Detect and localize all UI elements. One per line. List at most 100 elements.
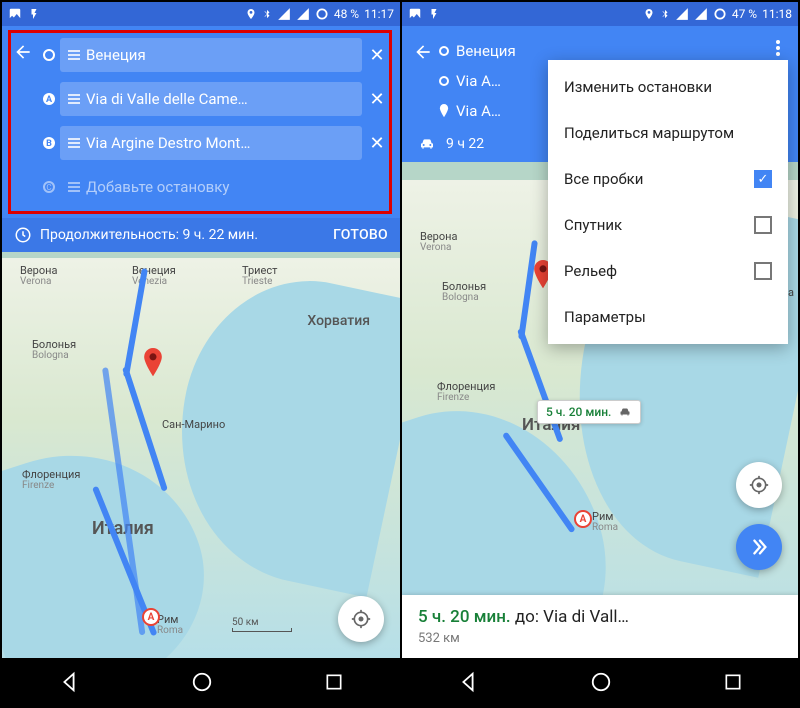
checkbox-icon[interactable] xyxy=(754,216,772,234)
clock-text: 11:18 xyxy=(762,7,792,21)
add-stop-placeholder: Добавьте остановку xyxy=(86,178,229,196)
city-firenze: ФлоренцияFirenze xyxy=(437,380,495,403)
status-bar: 48 % 11:17 xyxy=(2,2,400,26)
overflow-menu: Изменить остановки Поделиться маршрутом … xyxy=(548,60,788,344)
clock-text: 11:17 xyxy=(364,7,394,21)
stop-row-add[interactable]: C Добавьте остановку ✕ xyxy=(38,168,392,206)
nav-home-icon[interactable] xyxy=(590,671,612,693)
svg-text:C: C xyxy=(46,183,51,192)
battery-percent: 47 % xyxy=(732,7,757,21)
route-summary-card[interactable]: 5 ч. 20 мин. до: Via di Vall… 532 км xyxy=(402,595,798,658)
stop-label: Via A… xyxy=(456,102,501,120)
clock-icon xyxy=(14,226,32,244)
signal-icon xyxy=(277,7,291,21)
route-time-bubble[interactable]: 5 ч. 20 мин. xyxy=(537,400,641,424)
city-bologna: БолоньяBologna xyxy=(32,338,76,361)
done-button[interactable]: ГОТОВО xyxy=(333,227,388,243)
signal-icon xyxy=(296,7,310,21)
checkbox-icon[interactable] xyxy=(754,170,772,188)
stop-row-start: Венеция ✕ xyxy=(38,36,392,74)
back-button[interactable] xyxy=(408,36,438,126)
my-location-button[interactable] xyxy=(736,462,782,508)
city-verona: ВеронаVerona xyxy=(20,264,57,287)
stop-dot-b-icon: B xyxy=(38,136,60,150)
bluetooth-icon xyxy=(262,7,272,21)
duration-bar: Продолжительность: 9 ч. 22 мин. ГОТОВО xyxy=(2,218,400,252)
route-panel: Венеция ✕ A Via di Valle delle Came… ✕ xyxy=(2,26,400,252)
menu-terrain-toggle[interactable]: Рельеф xyxy=(548,248,788,294)
map-pin-icon[interactable] xyxy=(142,348,164,378)
stop-row-a: A Via di Valle delle Came… ✕ xyxy=(38,80,392,118)
map-pin-a-icon[interactable]: A xyxy=(574,510,596,540)
clear-stop-button[interactable]: ✕ xyxy=(362,133,392,154)
svg-text:A: A xyxy=(46,95,53,105)
city-verona: ВеронаVerona xyxy=(420,230,457,253)
drag-handle-icon[interactable] xyxy=(68,138,80,148)
drag-handle-icon xyxy=(68,182,80,192)
stop-label: Венеция xyxy=(86,46,146,64)
stop-dot-icon xyxy=(438,75,450,87)
stop-dot-icon xyxy=(438,45,450,57)
drag-handle-icon[interactable] xyxy=(68,94,80,104)
nav-recent-icon[interactable] xyxy=(324,672,344,692)
stop-dot-start-icon xyxy=(38,48,60,62)
car-icon[interactable] xyxy=(418,136,436,152)
android-navbar xyxy=(402,658,798,706)
stop-label: Via A… xyxy=(456,72,501,90)
stop-row-b: B Via Argine Destro Mont… ✕ xyxy=(38,124,392,162)
stop-label: Венеция xyxy=(456,42,516,60)
stop-input-b[interactable]: Via Argine Destro Mont… xyxy=(60,126,362,160)
country-croatia: Хорватия xyxy=(307,313,370,329)
map-scale: 50 км xyxy=(232,617,292,632)
android-navbar xyxy=(2,658,400,706)
status-bar: 47 % 11:18 xyxy=(402,2,798,26)
route-time: 5 ч. 20 мин. xyxy=(418,607,511,627)
duration-text: Продолжительность: 9 ч. 22 мин. xyxy=(40,227,258,243)
checkbox-icon[interactable] xyxy=(754,262,772,280)
menu-share-route[interactable]: Поделиться маршрутом xyxy=(548,110,788,156)
stop-dot-c-icon: C xyxy=(38,180,60,194)
location-icon xyxy=(643,7,655,21)
nav-recent-icon[interactable] xyxy=(723,672,743,692)
stop-dot-a-icon: A xyxy=(38,92,60,106)
nav-home-icon[interactable] xyxy=(191,671,213,693)
car-icon xyxy=(618,406,632,418)
menu-settings[interactable]: Параметры xyxy=(548,294,788,340)
back-button[interactable] xyxy=(8,36,38,62)
city-bologna: БолоньяBologna xyxy=(442,280,486,303)
route-distance: 532 км xyxy=(418,631,782,646)
svg-text:B: B xyxy=(46,139,52,149)
start-navigation-button[interactable] xyxy=(736,524,782,570)
data-ring-icon xyxy=(315,7,329,21)
destination-pin-icon xyxy=(438,104,450,118)
bolt-icon xyxy=(428,7,440,21)
battery-percent: 48 % xyxy=(334,7,359,21)
location-icon xyxy=(245,7,257,21)
bluetooth-icon xyxy=(660,7,670,21)
map-canvas[interactable]: ВеронаVerona ВенецияVenezia ТриестTriest… xyxy=(2,258,400,658)
add-stop-input[interactable]: Добавьте остановку xyxy=(60,170,362,204)
menu-satellite-toggle[interactable]: Спутник xyxy=(548,202,788,248)
menu-edit-stops[interactable]: Изменить остановки xyxy=(548,64,788,110)
stop-label: Via Argine Destro Mont… xyxy=(86,134,250,152)
my-location-button[interactable] xyxy=(338,596,384,642)
svg-text:A: A xyxy=(580,514,587,525)
map-pin-a-icon[interactable]: A xyxy=(142,608,164,638)
clear-stop-button[interactable]: ✕ xyxy=(362,89,392,110)
city-trieste: ТриестTrieste xyxy=(242,264,277,287)
bolt-icon xyxy=(28,7,40,21)
stop-label: Via di Valle delle Came… xyxy=(86,90,248,108)
clear-stop-button[interactable]: ✕ xyxy=(362,45,392,66)
stop-input-a[interactable]: Via di Valle delle Came… xyxy=(60,82,362,116)
svg-text:A: A xyxy=(148,612,155,623)
image-icon xyxy=(8,7,22,21)
image-icon xyxy=(408,7,422,21)
nav-back-icon[interactable] xyxy=(58,671,80,693)
drag-handle-icon[interactable] xyxy=(68,50,80,60)
stop-input-start[interactable]: Венеция xyxy=(60,38,362,72)
signal-icon xyxy=(675,7,689,21)
signal-icon xyxy=(694,7,708,21)
nav-back-icon[interactable] xyxy=(457,671,479,693)
menu-traffic-toggle[interactable]: Все пробки xyxy=(548,156,788,202)
route-dest: до: Via di Vall… xyxy=(511,607,629,627)
